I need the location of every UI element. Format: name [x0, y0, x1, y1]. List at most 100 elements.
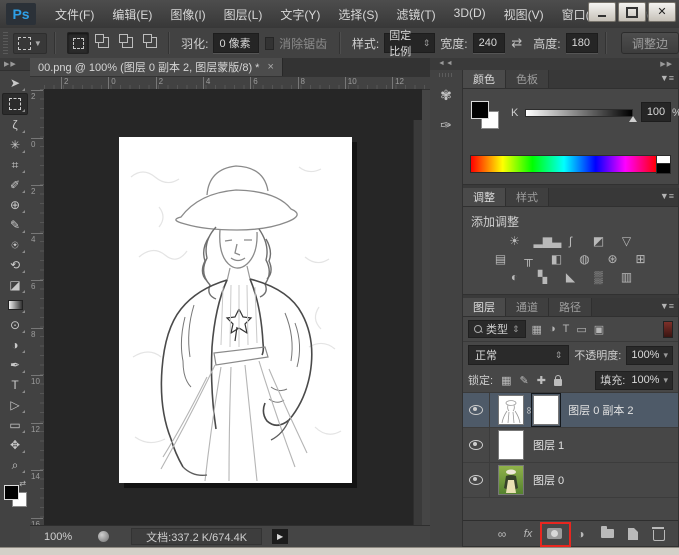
lock-all-icon[interactable] [554, 379, 562, 386]
color-lookup-icon[interactable]: ⊞ [632, 252, 650, 266]
canvas-pasteboard[interactable] [44, 89, 422, 526]
panel-menu-icon[interactable]: ▼≡ [660, 301, 674, 311]
tab-color[interactable]: 颜色 [463, 70, 506, 88]
tab-swatches[interactable]: 色板 [506, 70, 549, 88]
intersect-selection-button[interactable] [141, 32, 161, 52]
lock-transparent-pixels-icon[interactable]: ▦ [501, 374, 511, 387]
menu-item[interactable]: 选择(S) [329, 2, 387, 27]
close-button[interactable]: ✕ [648, 2, 676, 22]
zoom-tool[interactable]: ⌕ [3, 455, 27, 475]
brightness-contrast-icon[interactable]: ☀ [506, 234, 524, 248]
toolbar-collapse-button[interactable]: ▶▶ [0, 58, 30, 71]
zoom-level[interactable]: 100% [44, 531, 72, 543]
visibility-toggle[interactable] [463, 428, 490, 462]
visibility-toggle[interactable] [463, 393, 490, 427]
status-menu-icon[interactable] [98, 531, 109, 542]
layer-row[interactable]: ∞图层 0 副本 2 [463, 393, 678, 428]
brush-tool[interactable]: ✎ [3, 215, 27, 235]
height-input[interactable]: 180 [566, 33, 599, 53]
layer-thumbnail[interactable] [498, 430, 524, 460]
visibility-toggle[interactable] [463, 463, 490, 497]
rectangular-marquee-tool[interactable] [2, 93, 28, 115]
menu-item[interactable]: 滤镜(T) [387, 2, 444, 27]
tool-preset-picker[interactable]: ▼ [13, 33, 47, 54]
dodge-tool[interactable]: ◑ [3, 335, 27, 355]
foreground-color-swatch[interactable] [4, 485, 19, 500]
layer-filter-toggle[interactable] [663, 321, 673, 338]
blur-tool[interactable]: ⊙ [3, 315, 27, 335]
swap-dimensions-icon[interactable]: ⇄ [511, 35, 522, 51]
expand-panels-icon[interactable]: ◄◄ [438, 60, 454, 67]
quick-selection-tool[interactable]: ✳ [3, 135, 27, 155]
tab-layers[interactable]: 图层 [463, 298, 506, 316]
black-white-icon[interactable]: ◧ [548, 252, 566, 266]
menu-item[interactable]: 文字(Y) [271, 2, 329, 27]
tab-paths[interactable]: 路径 [549, 298, 592, 316]
subtract-from-selection-button[interactable] [117, 32, 137, 52]
black-shortcut-swatch[interactable] [656, 163, 671, 174]
k-slider-handle[interactable] [629, 116, 637, 122]
lock-image-pixels-icon[interactable]: ✎ [519, 374, 528, 387]
delete-layer-button[interactable] [652, 527, 666, 541]
maximize-button[interactable] [618, 2, 646, 22]
vibrance-icon[interactable]: ▽ [618, 234, 636, 248]
hue-saturation-icon[interactable]: ▤ [492, 252, 510, 266]
new-adjustment-layer-button[interactable]: ◑ [574, 527, 588, 541]
k-value-input[interactable]: 100 [641, 102, 671, 122]
style-select[interactable]: 固定比例 ⇕ [384, 33, 435, 53]
color-spectrum-ramp[interactable] [470, 155, 658, 173]
posterize-icon[interactable]: ▚ [534, 270, 552, 284]
type-tool[interactable]: T [3, 375, 27, 395]
antialias-checkbox[interactable] [265, 37, 275, 50]
menu-item[interactable]: 3D(D) [445, 2, 495, 27]
link-layers-button[interactable]: ∞ [495, 527, 509, 541]
status-flyout-button[interactable]: ▶ [272, 529, 288, 544]
color-balance-icon[interactable]: ╥ [520, 252, 538, 266]
vertical-scrollbar[interactable] [413, 120, 422, 526]
collapse-panels-icon[interactable]: ▶▶ [660, 60, 673, 68]
minimize-button[interactable] [588, 2, 616, 22]
filter-type-layers-icon[interactable]: T [563, 323, 570, 335]
eyedropper-tool[interactable]: ✐ [3, 175, 27, 195]
opacity-input[interactable]: 100% ▾ [626, 346, 673, 365]
swap-colors-icon[interactable]: ⇄ [19, 479, 26, 488]
layer-style-button[interactable]: fx [521, 528, 535, 540]
layer-row[interactable]: 图层 0 [463, 463, 678, 498]
fill-input[interactable]: 填充: 100% ▾ [595, 371, 673, 390]
filter-smart-objects-icon[interactable]: ▣ [594, 323, 604, 336]
tab-styles[interactable]: 样式 [506, 188, 549, 206]
move-tool[interactable]: ➤ [3, 73, 27, 93]
path-selection-tool[interactable]: ▷ [3, 395, 27, 415]
photo-filter-icon[interactable]: ◍ [576, 252, 594, 266]
lock-position-icon[interactable]: ✚ [537, 374, 546, 387]
layer-thumbnail[interactable] [498, 395, 524, 425]
tool-presets-icon[interactable]: ✾ [434, 83, 458, 107]
brush-panel-icon[interactable]: ✑ [434, 113, 458, 137]
invert-icon[interactable]: ◐ [506, 270, 524, 284]
healing-brush-tool[interactable]: ⊕ [3, 195, 27, 215]
gradient-tool[interactable] [3, 295, 27, 315]
filter-adjustment-layers-icon[interactable]: ◑ [549, 323, 556, 335]
tab-adjustments[interactable]: 调整 [463, 188, 506, 206]
tab-close-icon[interactable]: × [267, 61, 273, 73]
lasso-tool[interactable]: ζ [3, 115, 27, 135]
new-group-button[interactable] [600, 529, 614, 538]
filter-shape-layers-icon[interactable]: ▭ [576, 323, 586, 336]
menu-item[interactable]: 视图(V) [495, 2, 553, 27]
document-tab[interactable]: 00.png @ 100% (图层 0 副本 2, 图层蒙版/8) * × [30, 58, 283, 76]
gradient-map-icon[interactable]: ▒ [590, 270, 608, 284]
curves-icon[interactable]: ʃ [562, 234, 580, 248]
filter-pixel-layers-icon[interactable]: ▦ [532, 323, 542, 336]
hand-tool[interactable]: ✥ [3, 435, 27, 455]
levels-icon[interactable]: ▂▆▃ [534, 234, 552, 248]
channel-mixer-icon[interactable]: ⊛ [604, 252, 622, 266]
layer-thumbnail[interactable] [498, 465, 524, 495]
canvas-image[interactable] [119, 137, 352, 483]
tab-channels[interactable]: 通道 [506, 298, 549, 316]
new-layer-button[interactable] [626, 528, 640, 540]
panel-menu-icon[interactable]: ▼≡ [660, 191, 674, 201]
history-brush-tool[interactable]: ⟲ [3, 255, 27, 275]
selective-color-icon[interactable]: ▥ [618, 270, 636, 284]
exposure-icon[interactable]: ◩ [590, 234, 608, 248]
layer-mask-thumbnail[interactable] [533, 395, 559, 425]
